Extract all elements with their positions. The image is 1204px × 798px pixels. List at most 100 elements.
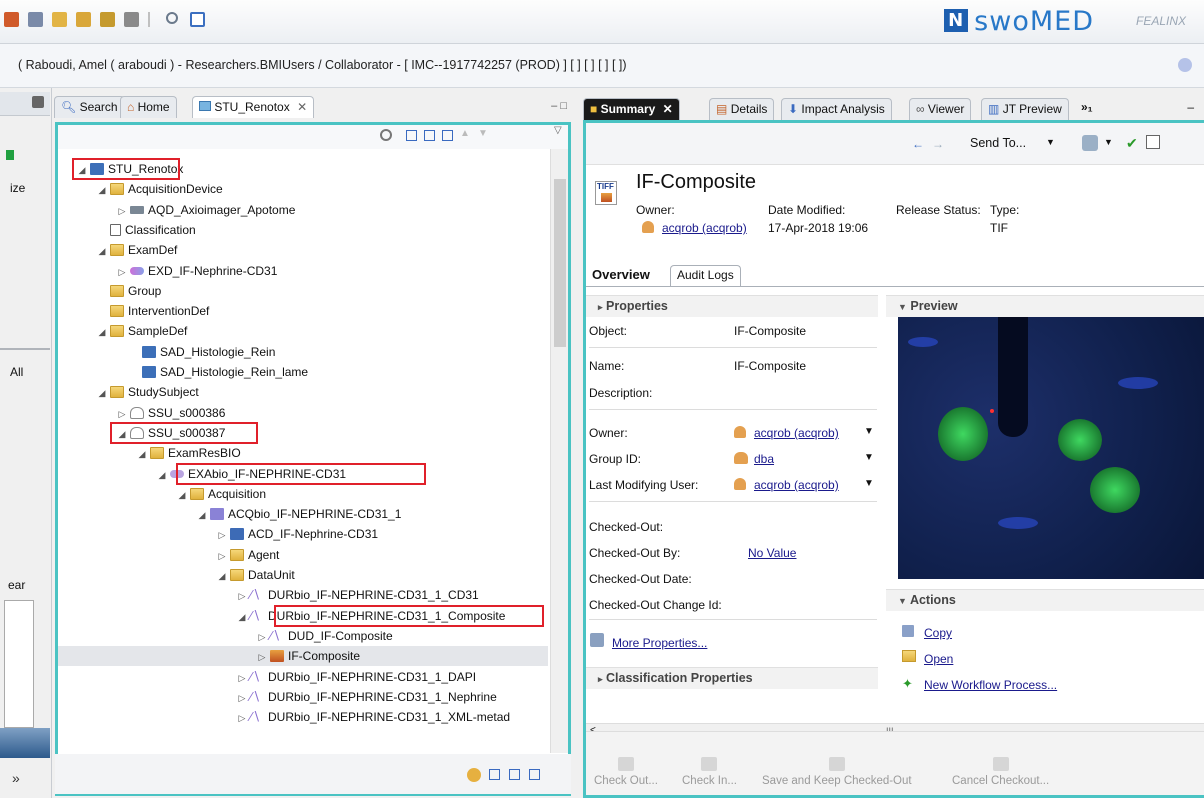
study-tree[interactable]: ◢ STU_Renotox ◢ AcquisitionDevice ▷ AQD_Axioi… bbox=[58, 149, 550, 753]
tab-search[interactable]: 🔍︎ Search bbox=[54, 96, 125, 118]
footer-expand-icon[interactable] bbox=[509, 769, 520, 780]
tree-node[interactable]: ◢ EXAbio_IF-NEPHRINE-CD31 bbox=[156, 464, 347, 484]
back-icon[interactable] bbox=[4, 12, 19, 27]
rail-list[interactable] bbox=[4, 600, 34, 728]
collapse-all-icon[interactable] bbox=[406, 130, 417, 141]
cancel-checkout-button[interactable]: Cancel Checkout... bbox=[952, 757, 1049, 787]
refresh-icon[interactable] bbox=[467, 768, 481, 782]
rail-item[interactable] bbox=[0, 146, 50, 170]
expand-toggle-icon[interactable]: ▷ bbox=[236, 688, 248, 708]
tab-summary[interactable]: ■ Summary ✕ bbox=[583, 98, 680, 120]
send-to-dropdown-icon[interactable]: ▼ bbox=[1046, 137, 1055, 147]
rail-toolbar[interactable] bbox=[0, 92, 50, 116]
tree-node[interactable]: ▷ ∕∖ DURbio_IF-NEPHRINE-CD31_1_XML-metad bbox=[236, 707, 511, 728]
save-and-keep-checked-out-button[interactable]: Save and Keep Checked-Out bbox=[762, 757, 912, 787]
tree-node[interactable]: ▷ EXD_IF-Nephrine-CD31 bbox=[116, 261, 278, 282]
expand-level-icon[interactable] bbox=[442, 130, 453, 141]
tree-node[interactable]: Classification bbox=[96, 220, 196, 240]
tree-node[interactable]: ▷ ACD_IF-Nephrine-CD31 bbox=[216, 524, 379, 545]
expand-toggle-icon[interactable]: ▷ bbox=[116, 262, 128, 282]
expand-toggle-icon[interactable]: ▷ bbox=[236, 708, 248, 728]
preview-header[interactable]: ▼ Preview bbox=[886, 295, 1204, 317]
expand-toggle-icon[interactable]: ◢ bbox=[116, 424, 128, 444]
expand-toggle-icon[interactable]: ▷ bbox=[116, 201, 128, 221]
open-action[interactable]: Open bbox=[924, 652, 953, 666]
expand-toggle-icon[interactable]: ◢ bbox=[236, 607, 248, 627]
tree-node[interactable]: SAD_Histologie_Rein bbox=[128, 342, 275, 362]
tree-node[interactable]: ◢ SSU_s000387 bbox=[116, 423, 226, 444]
tab-stu-renotox[interactable]: STU_Renotox ✕ bbox=[192, 96, 315, 118]
checkout-options-icon[interactable] bbox=[1082, 135, 1098, 151]
last-modifying-user-link[interactable]: acqrob (acqrob) bbox=[754, 478, 839, 492]
tree-node[interactable]: ▷ Agent bbox=[216, 545, 280, 566]
expand-toggle-icon[interactable]: ▷ bbox=[236, 586, 248, 606]
globe-icon[interactable] bbox=[1178, 58, 1192, 72]
tab-home[interactable]: ⌂ Home bbox=[120, 96, 177, 118]
tree-vertical-scrollbar[interactable] bbox=[550, 149, 568, 753]
owner-link[interactable]: acqrob (acqrob) bbox=[662, 221, 747, 235]
tab-jt-preview[interactable]: ▥ JT Preview bbox=[981, 98, 1069, 120]
lock-icon[interactable] bbox=[124, 12, 139, 27]
owner-dropdown-icon[interactable]: ▼ bbox=[864, 426, 874, 437]
lmu-dropdown-icon[interactable]: ▼ bbox=[864, 478, 874, 489]
tree-node[interactable]: ◢ ∕∖ DURbio_IF-NEPHRINE-CD31_1_Composite bbox=[236, 606, 506, 627]
footer-expand-level-icon[interactable] bbox=[529, 769, 540, 780]
tree-node[interactable]: Group bbox=[96, 281, 161, 301]
tree-node[interactable]: ▷ ∕∖ DURbio_IF-NEPHRINE-CD31_1_DAPI bbox=[236, 667, 477, 687]
expand-toggle-icon[interactable]: ▷ bbox=[216, 525, 228, 545]
rail-label-all[interactable]: All bbox=[10, 365, 23, 379]
close-summary-icon[interactable]: ✕ bbox=[663, 102, 673, 116]
new-workflow-process-action[interactable]: New Workflow Process... bbox=[924, 678, 1057, 692]
tree-node[interactable]: ◢ ExamResBIO bbox=[136, 443, 241, 463]
move-up-icon[interactable]: ▲ bbox=[460, 128, 470, 139]
copy-action[interactable]: Copy bbox=[924, 626, 952, 640]
check-in-button[interactable]: Check In... bbox=[682, 757, 737, 787]
folder-star-icon[interactable] bbox=[52, 12, 67, 27]
expand-rail-icon[interactable]: » bbox=[12, 770, 20, 786]
group-id-link[interactable]: dba bbox=[754, 452, 774, 466]
tree-node[interactable]: ◢ DataUnit bbox=[216, 565, 295, 585]
window-icon[interactable] bbox=[1146, 135, 1160, 149]
tab-overview[interactable]: Overview bbox=[592, 267, 650, 282]
tree-node[interactable]: ▷ ∕∖ DURbio_IF-NEPHRINE-CD31_1_CD31 bbox=[236, 585, 479, 605]
tree-node[interactable]: ▷ SSU_s000386 bbox=[116, 403, 226, 423]
properties-header[interactable]: ▸ Properties bbox=[586, 295, 878, 317]
expand-toggle-icon[interactable]: ◢ bbox=[96, 383, 108, 403]
tree-node[interactable]: ▷ IF-Composite bbox=[256, 646, 361, 667]
rail-label-clear[interactable]: ear bbox=[8, 578, 25, 592]
preview-image[interactable] bbox=[898, 317, 1204, 579]
tree-node[interactable]: InterventionDef bbox=[96, 301, 209, 321]
expand-toggle-icon[interactable]: ◢ bbox=[76, 160, 88, 180]
scrollbar-thumb[interactable] bbox=[554, 179, 566, 347]
tree-node[interactable]: ◢ StudySubject bbox=[96, 382, 199, 402]
tree-node[interactable]: ◢ ACQbio_IF-NEPHRINE-CD31_1 bbox=[196, 504, 402, 525]
search-icon[interactable] bbox=[166, 12, 178, 24]
settings-icon[interactable] bbox=[32, 96, 44, 108]
tree-node[interactable]: ▷ ∕∖ DUD_IF-Composite bbox=[256, 626, 393, 646]
tree-node[interactable]: ◢ SampleDef bbox=[96, 321, 188, 341]
close-tab-icon[interactable]: ✕ bbox=[297, 100, 307, 114]
forward-arrow-icon[interactable]: → bbox=[932, 137, 944, 151]
tree-node[interactable]: ◢ AcquisitionDevice bbox=[96, 179, 223, 199]
expand-toggle-icon[interactable]: ▷ bbox=[216, 546, 228, 566]
expand-toggle-icon[interactable]: ◢ bbox=[136, 444, 148, 464]
checked-out-by-value[interactable]: No Value bbox=[748, 546, 796, 560]
tag-icon[interactable] bbox=[28, 12, 43, 27]
actions-header[interactable]: ▼ Actions bbox=[886, 589, 1204, 611]
tree-node[interactable]: ▷ AQD_Axioimager_Apotome bbox=[116, 200, 296, 221]
minimize-maximize-icon[interactable]: ‒ □ bbox=[551, 100, 567, 112]
tree-node[interactable]: ◢ Acquisition bbox=[176, 484, 267, 504]
owner-prop-link[interactable]: acqrob (acqrob) bbox=[754, 426, 839, 440]
expand-toggle-icon[interactable]: ◢ bbox=[216, 566, 228, 586]
move-down-icon[interactable]: ▼ bbox=[478, 128, 488, 139]
expand-toggle-icon[interactable]: ▷ bbox=[256, 647, 268, 667]
tab-audit-logs[interactable]: Audit Logs bbox=[670, 265, 741, 287]
minimize-icon[interactable]: ‒ bbox=[1187, 100, 1194, 114]
back-arrow-icon[interactable]: ← bbox=[912, 137, 924, 151]
expand-toggle-icon[interactable]: ◢ bbox=[196, 505, 208, 525]
check-out-button[interactable]: Check Out... bbox=[594, 757, 658, 787]
expand-toggle-icon[interactable]: ◢ bbox=[96, 180, 108, 200]
find-icon[interactable] bbox=[190, 12, 205, 27]
footer-collapse-icon[interactable] bbox=[489, 769, 500, 780]
more-properties-link[interactable]: More Properties... bbox=[612, 636, 707, 650]
